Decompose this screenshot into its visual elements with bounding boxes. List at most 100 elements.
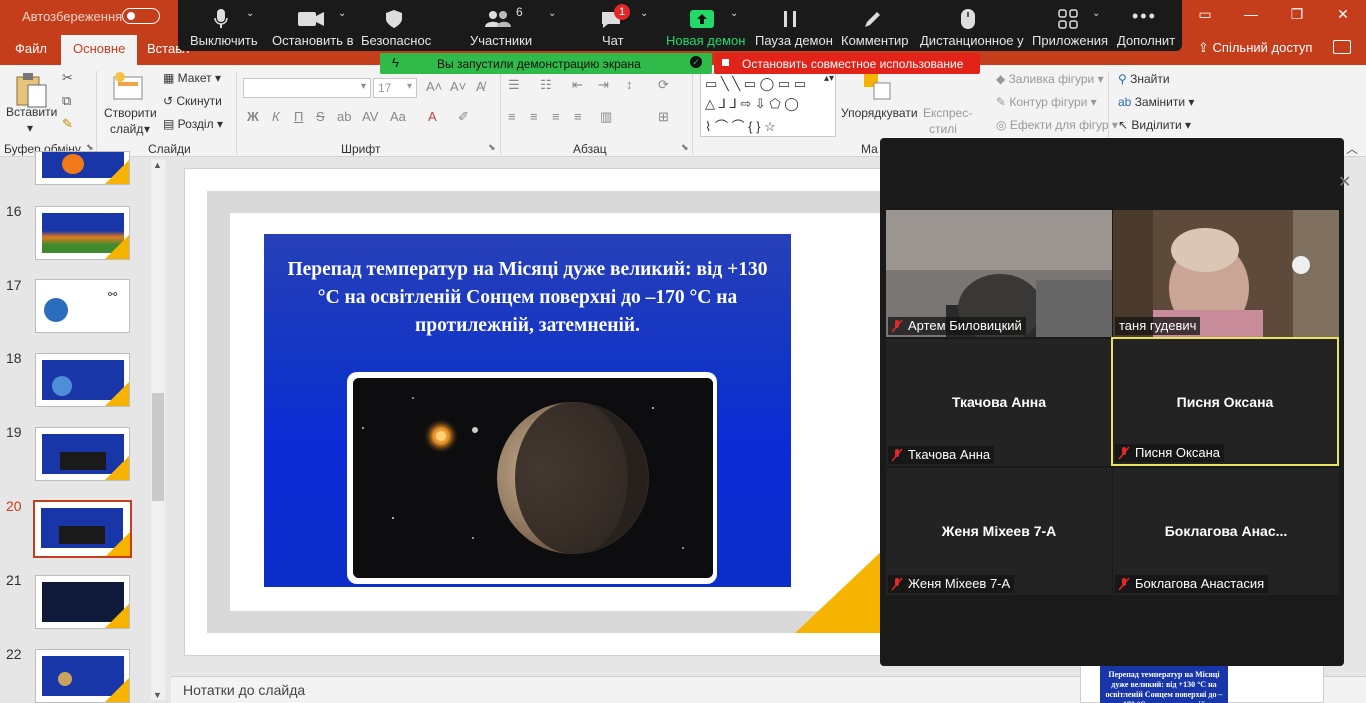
shape-fill-button[interactable]: ◆ Заливка фігури ▾ <box>996 72 1104 86</box>
justify-icon[interactable]: ≡ <box>574 109 582 124</box>
new-slide-label-1[interactable]: Створити <box>104 106 157 120</box>
apps-icon[interactable] <box>1058 9 1078 29</box>
minimize-button[interactable]: — <box>1228 6 1274 22</box>
share-options-icon[interactable]: ⌄ <box>730 8 738 19</box>
thumbnail-slide-15[interactable] <box>35 151 130 185</box>
strikethrough-button[interactable]: S <box>316 109 325 124</box>
new-share-button[interactable]: Новая демон <box>666 33 745 48</box>
shapes-more-icon[interactable]: ▴▾ <box>824 73 834 84</box>
decrease-indent-icon[interactable]: ⇤ <box>572 77 583 93</box>
char-spacing-icon[interactable]: ab <box>337 109 351 124</box>
bullets-icon[interactable]: ☰ <box>508 77 520 93</box>
cut-icon[interactable]: ✂ <box>62 70 73 86</box>
participants-options-icon[interactable]: ⌄ <box>548 8 556 19</box>
find-button[interactable]: ⚲ Знайти <box>1118 72 1170 86</box>
collapse-ribbon-icon[interactable]: ︿ <box>1346 140 1358 157</box>
align-left-icon[interactable]: ≡ <box>508 109 516 124</box>
mute-options-icon[interactable]: ⌄ <box>246 8 254 19</box>
section-button[interactable]: ▤ Розділ ▾ <box>163 117 223 131</box>
shape-outline-button[interactable]: ✎ Контур фігури ▾ <box>996 95 1097 109</box>
video-tile[interactable]: Боклагова Анас... Боклагова Анастасия <box>1113 468 1339 595</box>
new-slide-icon[interactable] <box>112 71 144 101</box>
video-options-icon[interactable]: ⌄ <box>338 8 346 19</box>
video-camera-icon[interactable] <box>298 12 324 26</box>
video-tile-active-speaker[interactable]: Писня Оксана Писня Оксана <box>1111 337 1339 466</box>
italic-button[interactable]: К <box>272 109 280 124</box>
bold-button[interactable]: Ж <box>247 109 259 124</box>
video-tile[interactable]: Женя Міхеев 7-А Женя Міхеев 7-А <box>886 468 1112 595</box>
stop-share-button[interactable]: Остановить совместное использование <box>714 53 980 74</box>
font-family-select[interactable]: ▾ <box>243 78 371 98</box>
thumbnail-slide-17[interactable]: ⚯ <box>35 279 130 333</box>
align-right-icon[interactable]: ≡ <box>552 109 560 124</box>
new-slide-label-2[interactable]: слайд <box>110 122 143 136</box>
panel-close-icon[interactable]: ✕ <box>1338 172 1351 192</box>
apps-options-icon[interactable]: ⌄ <box>1092 8 1100 19</box>
ribbon-display-icon[interactable]: ▭ <box>1182 6 1228 23</box>
share-screen-icon[interactable] <box>690 10 714 28</box>
paste-icon[interactable] <box>14 71 48 109</box>
tab-file[interactable]: Файл <box>15 41 47 56</box>
pause-icon[interactable] <box>782 10 798 28</box>
decrease-font-icon[interactable]: A˅ <box>450 79 466 94</box>
line-spacing-icon[interactable]: ↕ <box>626 77 633 92</box>
shield-icon[interactable] <box>385 9 403 29</box>
chat-button[interactable]: Чат <box>602 33 624 48</box>
pause-share-button[interactable]: Пауза демон <box>755 33 833 48</box>
align-center-icon[interactable]: ≡ <box>530 109 538 124</box>
underline-button[interactable]: П <box>294 109 303 124</box>
scroll-up-icon[interactable]: ▲ <box>153 160 162 170</box>
video-tile[interactable]: Артем Биловицкий <box>886 210 1112 337</box>
thumbnail-slide-20[interactable] <box>33 500 132 558</box>
columns-icon[interactable]: ▥ <box>600 109 612 125</box>
shape-effects-button[interactable]: ◎ Ефекти для фігур ▾ <box>996 118 1118 132</box>
paragraph-launcher-icon[interactable]: ⬊ <box>681 142 689 153</box>
new-slide-dropdown-icon[interactable]: ▾ <box>144 122 150 136</box>
participants-icon[interactable] <box>484 10 512 28</box>
microphone-icon[interactable] <box>213 8 229 30</box>
font-color-icon[interactable]: A <box>428 109 437 124</box>
arrange-icon[interactable] <box>862 71 894 103</box>
change-case-icon[interactable]: Aa <box>390 109 406 124</box>
font-launcher-icon[interactable]: ⬊ <box>488 142 496 153</box>
quick-styles-label-1[interactable]: Експрес- <box>923 106 972 120</box>
apps-button[interactable]: Приложения <box>1032 33 1108 48</box>
mouse-icon[interactable] <box>960 8 976 30</box>
text-direction-icon[interactable]: ⟳ <box>658 77 669 93</box>
video-tile[interactable]: таня гудевич <box>1113 210 1339 337</box>
annotate-pen-icon[interactable] <box>862 10 882 30</box>
select-button[interactable]: ↖ Виділити ▾ <box>1118 118 1191 132</box>
restore-button[interactable]: ❐ <box>1274 6 1320 23</box>
close-button[interactable]: ✕ <box>1320 6 1366 23</box>
arrange-label[interactable]: Упорядкувати <box>841 106 918 120</box>
participants-button[interactable]: Участники <box>470 33 532 48</box>
stop-video-button[interactable]: Остановить в <box>272 33 353 48</box>
tab-home[interactable]: Основне <box>61 35 138 65</box>
annotate-button[interactable]: Комментир <box>841 33 909 48</box>
increase-indent-icon[interactable]: ⇥ <box>598 77 609 93</box>
paste-dropdown-icon[interactable]: ▾ <box>27 121 33 135</box>
thumbnail-slide-18[interactable] <box>35 353 130 407</box>
mute-button[interactable]: Выключить <box>190 33 258 48</box>
paste-label[interactable]: Вставити <box>6 105 57 119</box>
video-tile[interactable]: Ткачова Анна Ткачова Анна <box>886 339 1112 466</box>
autosave-toggle[interactable] <box>122 8 160 24</box>
thumbnail-slide-21[interactable] <box>35 575 130 629</box>
quick-styles-label-2[interactable]: стилі <box>929 122 957 136</box>
layout-button[interactable]: ▦ Макет ▾ <box>163 71 221 85</box>
scroll-down-icon[interactable]: ▼ <box>153 690 162 700</box>
numbering-icon[interactable]: ☷ <box>540 77 552 93</box>
more-button[interactable]: Дополнит <box>1117 33 1175 48</box>
thumbnail-slide-19[interactable] <box>35 427 130 481</box>
format-painter-icon[interactable]: ✎ <box>62 116 73 132</box>
spacing-icon[interactable]: AV <box>362 109 378 124</box>
copy-icon[interactable]: ⧉ <box>62 93 71 109</box>
security-button[interactable]: Безопаснос <box>361 33 431 48</box>
font-size-select[interactable]: 17 ▾ <box>373 78 417 98</box>
clear-format-icon[interactable]: A̸ <box>476 79 485 94</box>
scrollbar-thumb[interactable] <box>152 393 164 501</box>
thumbnail-slide-22[interactable] <box>35 649 130 703</box>
remote-control-button[interactable]: Дистанционное у <box>920 33 1024 48</box>
increase-font-icon[interactable]: A˄ <box>426 79 442 94</box>
share-button[interactable]: ⇪ Спільний доступ <box>1198 40 1312 56</box>
